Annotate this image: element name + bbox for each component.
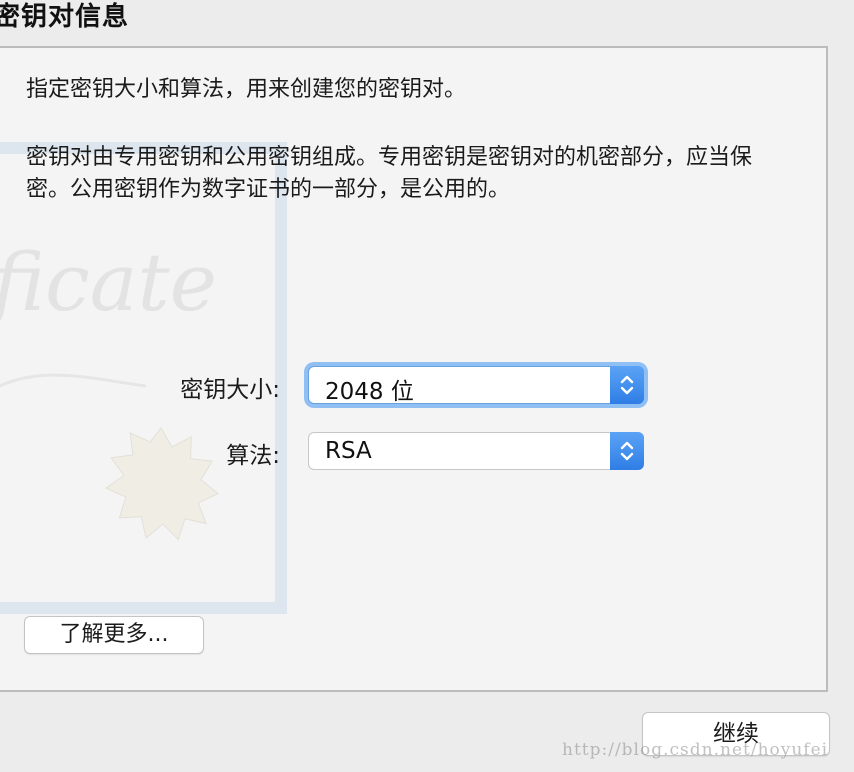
learn-more-button[interactable]: 了解更多... xyxy=(24,616,204,654)
svg-text:ificate: ificate xyxy=(0,236,217,329)
section-title: 密钥对信息 xyxy=(0,2,130,32)
algorithm-label: 算法: xyxy=(226,443,280,469)
key-size-select[interactable]: 2048 位 xyxy=(308,366,644,405)
certificate-background-art: ificate xyxy=(0,142,287,614)
stepper-icon[interactable] xyxy=(610,366,644,404)
algorithm-value: RSA xyxy=(325,438,372,464)
watermark-text: http://blog.csdn.net/hoyufei xyxy=(562,740,829,760)
key-size-value: 2048 位 xyxy=(325,379,414,405)
key-size-label: 密钥大小: xyxy=(180,377,280,403)
stepper-icon[interactable] xyxy=(610,432,644,470)
key-pair-panel: ificate 指定密钥大小和算法，用来创建您的密钥对。 密钥对由专用密钥和公用… xyxy=(0,46,828,692)
intro-text: 指定密钥大小和算法，用来创建您的密钥对。 xyxy=(26,77,467,102)
description-text: 密钥对由专用密钥和公用密钥组成。专用密钥是密钥对的机密部分，应当保密。公用密钥作… xyxy=(26,145,753,202)
algorithm-select[interactable]: RSA xyxy=(308,432,644,470)
